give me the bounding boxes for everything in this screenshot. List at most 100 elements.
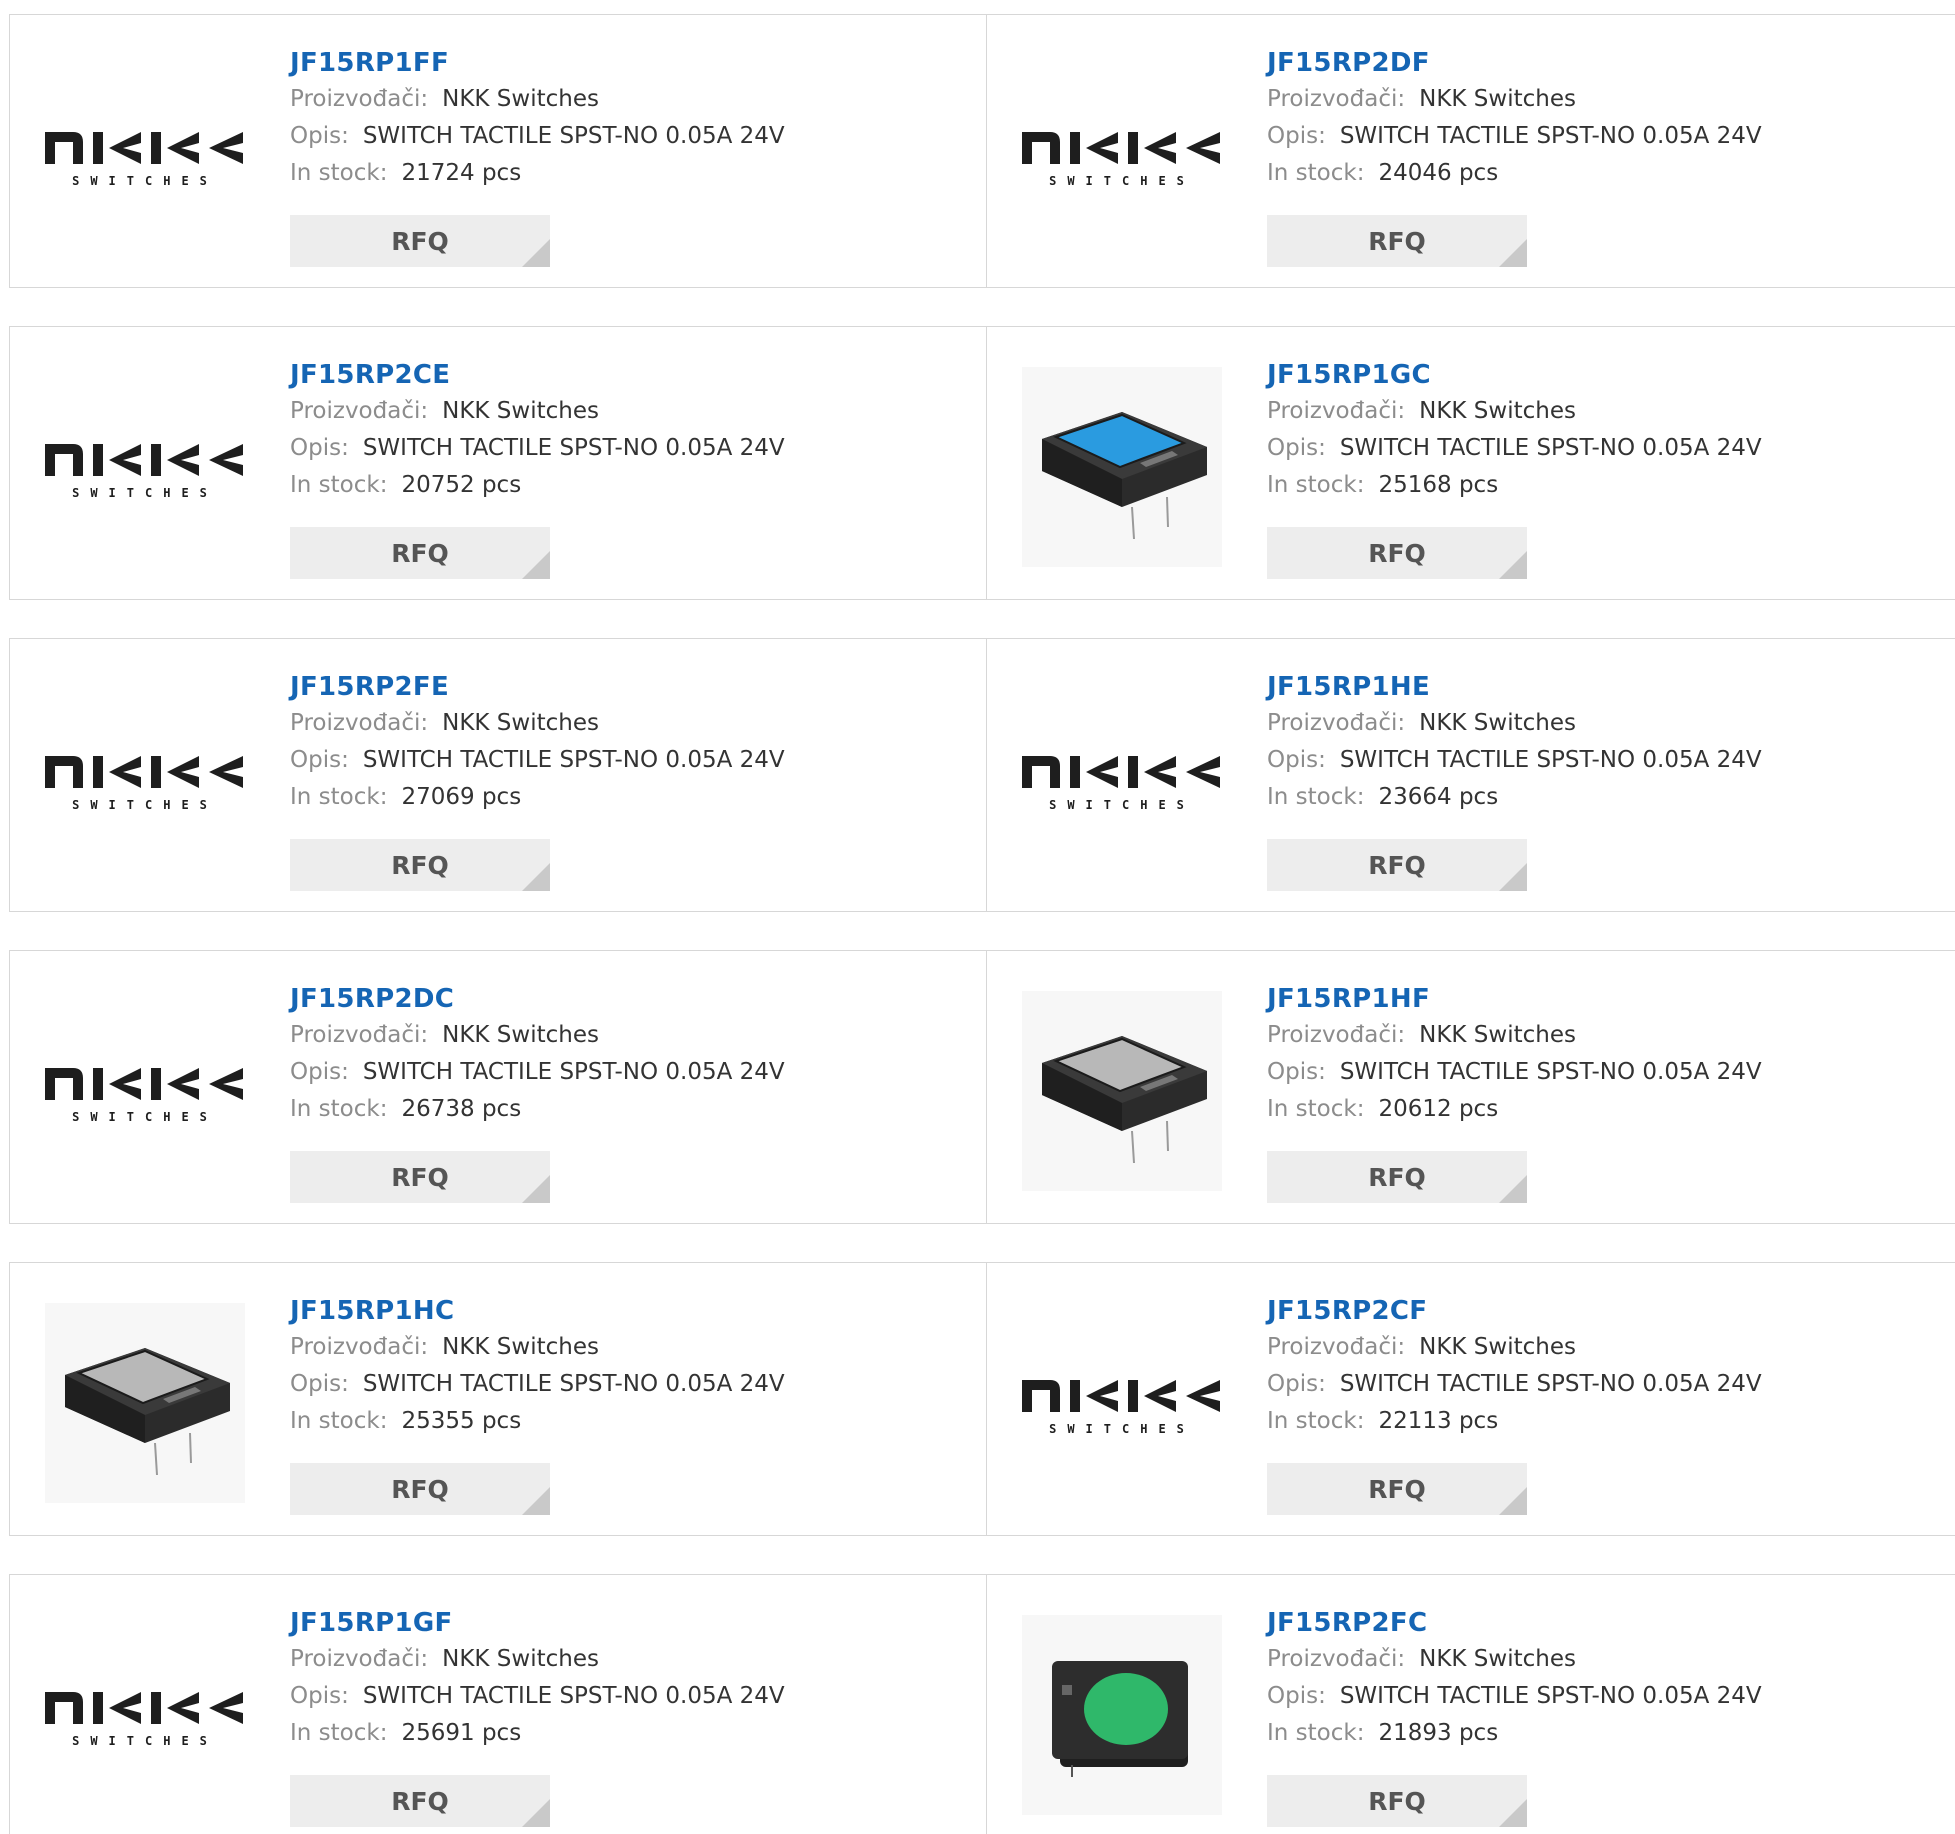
part-number-link[interactable]: JF15RP1GF — [290, 1605, 785, 1641]
stock-value: 25355 pcs — [401, 1408, 522, 1434]
stock-label: In stock: — [1267, 160, 1365, 186]
part-number-link[interactable]: JF15RP2DC — [290, 981, 785, 1017]
corner-triangle-icon — [1499, 1799, 1527, 1827]
rfq-button[interactable]: RFQ — [290, 1775, 550, 1827]
stock-label: In stock: — [290, 1720, 388, 1746]
rfq-label: RFQ — [1368, 1786, 1426, 1816]
part-number-link[interactable]: JF15RP2FE — [290, 669, 785, 705]
stock-value: 20612 pcs — [1378, 1096, 1499, 1122]
nkk-switches-logo: SWITCHES — [45, 444, 243, 500]
product-info: JF15RP2FC Proizvođači: NKK Switches Opis:… — [1267, 1605, 1762, 1752]
product-thumbnail[interactable]: SWITCHES — [1017, 1303, 1227, 1503]
corner-triangle-icon — [1499, 239, 1527, 267]
description-label: Opis: — [290, 123, 349, 149]
product-card: JF15RP1GC Proizvođači: NKK Switches Opis:… — [986, 326, 1955, 600]
description-line: Opis: SWITCH TACTILE SPST-NO 0.05A 24V — [290, 742, 785, 779]
description-label: Opis: — [1267, 1371, 1326, 1397]
product-info: JF15RP1HF Proizvođači: NKK Switches Opis:… — [1267, 981, 1762, 1128]
product-card: JF15RP1HC Proizvođači: NKK Switches Opis:… — [9, 1262, 987, 1536]
tactile-switch-image — [1022, 367, 1222, 567]
manufacturer-line: Proizvođači: NKK Switches — [290, 81, 785, 118]
manufacturer-value: NKK Switches — [442, 710, 599, 736]
part-number-link[interactable]: JF15RP1HF — [1267, 981, 1762, 1017]
product-thumbnail[interactable]: SWITCHES — [40, 991, 250, 1191]
stock-value: 24046 pcs — [1378, 160, 1499, 186]
manufacturer-line: Proizvođači: NKK Switches — [1267, 1329, 1762, 1366]
description-value: SWITCH TACTILE SPST-NO 0.05A 24V — [1339, 435, 1762, 461]
product-card: SWITCHES JF15RP2DC Proizvođači: NKK Switc… — [9, 950, 987, 1224]
rfq-button[interactable]: RFQ — [290, 1151, 550, 1203]
stock-value: 20752 pcs — [401, 472, 522, 498]
stock-label: In stock: — [1267, 1720, 1365, 1746]
description-value: SWITCH TACTILE SPST-NO 0.05A 24V — [362, 435, 785, 461]
stock-value: 25168 pcs — [1378, 472, 1499, 498]
description-label: Opis: — [1267, 123, 1326, 149]
description-value: SWITCH TACTILE SPST-NO 0.05A 24V — [1339, 1059, 1762, 1085]
logo-subtext: SWITCHES — [72, 486, 218, 500]
manufacturer-value: NKK Switches — [442, 1022, 599, 1048]
description-value: SWITCH TACTILE SPST-NO 0.05A 24V — [362, 123, 785, 149]
nkk-switches-logo: SWITCHES — [45, 756, 243, 812]
rfq-button[interactable]: RFQ — [1267, 1463, 1527, 1515]
part-number-link[interactable]: JF15RP1FF — [290, 45, 785, 81]
nkk-switches-logo: SWITCHES — [1022, 756, 1220, 812]
part-number-link[interactable]: JF15RP2FC — [1267, 1605, 1762, 1641]
corner-triangle-icon — [522, 1175, 550, 1203]
description-line: Opis: SWITCH TACTILE SPST-NO 0.05A 24V — [290, 118, 785, 155]
rfq-button[interactable]: RFQ — [1267, 1151, 1527, 1203]
part-number-link[interactable]: JF15RP2CF — [1267, 1293, 1762, 1329]
manufacturer-value: NKK Switches — [1419, 710, 1576, 736]
rfq-button[interactable]: RFQ — [290, 527, 550, 579]
product-thumbnail[interactable]: SWITCHES — [1017, 679, 1227, 879]
rfq-button[interactable]: RFQ — [290, 1463, 550, 1515]
manufacturer-value: NKK Switches — [1419, 1022, 1576, 1048]
logo-subtext: SWITCHES — [72, 1734, 218, 1748]
product-thumbnail[interactable]: SWITCHES — [1017, 55, 1227, 255]
stock-line: In stock: 25355 pcs — [290, 1403, 785, 1440]
logo-subtext: SWITCHES — [72, 798, 218, 812]
description-value: SWITCH TACTILE SPST-NO 0.05A 24V — [1339, 123, 1762, 149]
rfq-button[interactable]: RFQ — [1267, 527, 1527, 579]
manufacturer-label: Proizvođači: — [290, 1334, 429, 1360]
product-info: JF15RP1GC Proizvođači: NKK Switches Opis:… — [1267, 357, 1762, 504]
stock-line: In stock: 21724 pcs — [290, 155, 785, 192]
rfq-label: RFQ — [391, 850, 449, 880]
product-thumbnail[interactable]: SWITCHES — [40, 367, 250, 567]
nkk-switches-logo: SWITCHES — [45, 1068, 243, 1124]
rfq-button[interactable]: RFQ — [290, 215, 550, 267]
logo-subtext: SWITCHES — [1049, 174, 1195, 188]
part-number-link[interactable]: JF15RP2CE — [290, 357, 785, 393]
product-thumbnail[interactable] — [40, 1303, 250, 1503]
part-number-link[interactable]: JF15RP1GC — [1267, 357, 1762, 393]
corner-triangle-icon — [522, 551, 550, 579]
description-value: SWITCH TACTILE SPST-NO 0.05A 24V — [1339, 1371, 1762, 1397]
rfq-button[interactable]: RFQ — [1267, 215, 1527, 267]
stock-line: In stock: 25691 pcs — [290, 1715, 785, 1752]
stock-value: 26738 pcs — [401, 1096, 522, 1122]
product-thumbnail[interactable] — [1017, 1615, 1227, 1815]
product-card: SWITCHES JF15RP2FE Proizvođači: NKK Switc… — [9, 638, 987, 912]
part-number-link[interactable]: JF15RP2DF — [1267, 45, 1762, 81]
rfq-button[interactable]: RFQ — [1267, 839, 1527, 891]
rfq-button[interactable]: RFQ — [290, 839, 550, 891]
manufacturer-label: Proizvođači: — [1267, 710, 1406, 736]
stock-label: In stock: — [290, 1096, 388, 1122]
stock-line: In stock: 25168 pcs — [1267, 467, 1762, 504]
product-row: SWITCHES JF15RP2CE Proizvođači: NKK Switc… — [9, 326, 1955, 600]
manufacturer-line: Proizvođači: NKK Switches — [290, 1641, 785, 1678]
rfq-button[interactable]: RFQ — [1267, 1775, 1527, 1827]
stock-line: In stock: 21893 pcs — [1267, 1715, 1762, 1752]
part-number-link[interactable]: JF15RP1HE — [1267, 669, 1762, 705]
description-value: SWITCH TACTILE SPST-NO 0.05A 24V — [362, 1371, 785, 1397]
part-number-link[interactable]: JF15RP1HC — [290, 1293, 785, 1329]
rfq-label: RFQ — [1368, 226, 1426, 256]
product-thumbnail[interactable] — [1017, 991, 1227, 1191]
product-thumbnail[interactable]: SWITCHES — [40, 55, 250, 255]
product-thumbnail[interactable]: SWITCHES — [40, 1615, 250, 1815]
description-value: SWITCH TACTILE SPST-NO 0.05A 24V — [1339, 1683, 1762, 1709]
description-line: Opis: SWITCH TACTILE SPST-NO 0.05A 24V — [290, 1054, 785, 1091]
corner-triangle-icon — [1499, 551, 1527, 579]
product-thumbnail[interactable] — [1017, 367, 1227, 567]
product-thumbnail[interactable]: SWITCHES — [40, 679, 250, 879]
stock-line: In stock: 24046 pcs — [1267, 155, 1762, 192]
